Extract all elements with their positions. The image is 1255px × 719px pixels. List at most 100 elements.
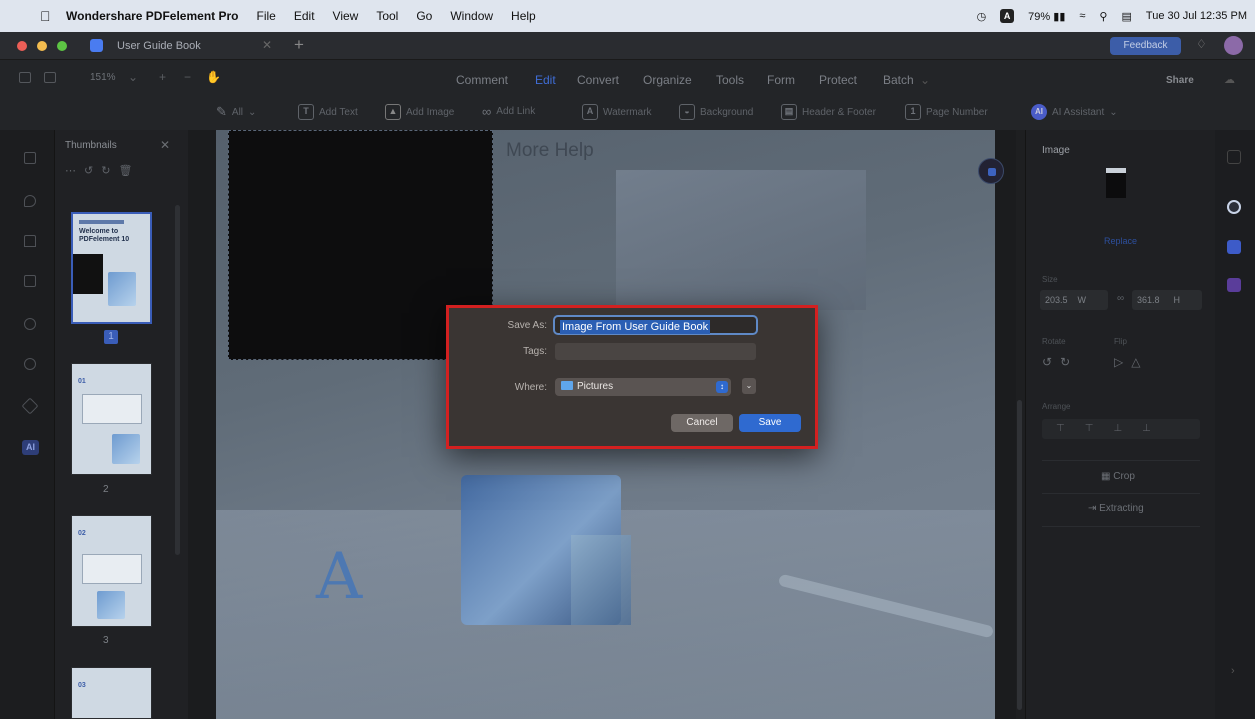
rotate-cw-icon[interactable]: ↻ [1060,355,1078,369]
add-image-button[interactable]: ▲ Add Image [385,104,454,120]
document-tab-title[interactable]: User Guide Book [117,40,201,52]
collapse-panel-icon[interactable]: › [1231,665,1235,677]
chat-icon[interactable] [1227,200,1241,214]
search-icon[interactable] [24,358,36,370]
control-center-icon[interactable]: ▤ [1121,10,1131,23]
zoom-out-button[interactable]: − [184,70,191,84]
extracting-button[interactable]: ⇥ Extracting [1088,503,1144,514]
minimize-window-button[interactable] [37,41,47,51]
cloud-icon[interactable]: ☁ [1224,73,1235,86]
document-scrollbar[interactable] [1017,400,1022,710]
expand-dialog-button[interactable]: ⌄ [742,378,756,394]
height-field[interactable]: 361.8 H [1132,290,1202,310]
hand-tool-icon[interactable]: ✋ [206,70,221,84]
tab-organize[interactable]: Organize [643,73,692,87]
menu-view[interactable]: View [333,9,359,23]
flip-horizontal-icon[interactable]: ▷ [1114,355,1131,369]
bring-front-icon[interactable]: ⊤ [1056,423,1085,434]
width-field[interactable]: 203.5 W [1040,290,1108,310]
rotate-ccw-icon[interactable]: ↺ [1042,355,1060,369]
menu-tool[interactable]: Tool [376,9,398,23]
maximize-window-button[interactable] [57,41,67,51]
rotate-right-icon[interactable]: ↻ [101,165,118,177]
close-thumbnails-icon[interactable]: ✕ [160,138,170,152]
ai-assistant-button[interactable]: AI AI Assistant ⌄ [1031,104,1118,120]
tab-tools[interactable]: Tools [716,73,744,87]
floating-panel-toggle-icon[interactable] [978,158,1004,184]
image-icon: ▲ [385,104,401,120]
tab-convert[interactable]: Convert [577,73,619,87]
send-back-icon[interactable]: ⊥ [1142,423,1171,434]
where-select[interactable]: Pictures ↕ [555,378,731,396]
mac-menubar:  Wondershare PDFelement Pro File Edit V… [0,0,1255,32]
thumbnails-scrollbar[interactable] [175,205,180,555]
rotate-left-icon[interactable]: ↺ [84,165,101,177]
tags-input[interactable] [555,343,756,360]
tab-batch[interactable]: Batch [883,73,914,87]
ai-sidebar-icon[interactable]: AI [22,440,39,455]
menu-app-name[interactable]: Wondershare PDFelement Pro [66,9,239,23]
close-window-button[interactable] [17,41,27,51]
tab-form[interactable]: Form [767,73,795,87]
wifi-icon[interactable]: ≈ [1079,10,1085,22]
menubar-datetime[interactable]: Tue 30 Jul 12:35 PM [1146,10,1247,22]
menu-go[interactable]: Go [416,9,432,23]
attachment-icon[interactable] [21,315,39,333]
notification-bell-icon[interactable]: ♢ [1196,37,1207,51]
menu-help[interactable]: Help [511,9,536,23]
batch-dropdown-icon[interactable]: ⌄ [920,73,930,87]
user-avatar[interactable] [1224,36,1243,55]
bookmark-icon[interactable] [24,235,36,247]
menu-window[interactable]: Window [450,9,493,23]
spotlight-search-icon[interactable]: ⚲ [1099,10,1107,23]
pages-icon[interactable] [24,152,36,164]
delete-icon[interactable]: 🗑 [118,165,140,177]
background-button[interactable]: ◒ Background [679,104,753,120]
menu-edit[interactable]: Edit [294,9,315,23]
zoom-dropdown-icon[interactable]: ⌄ [128,70,138,84]
save-as-input[interactable]: Image From User Guide Book [553,315,758,335]
feedback-button[interactable]: Feedback [1110,37,1181,55]
edit-all-dropdown[interactable]: ✎ All ⌄ [216,104,256,120]
menu-file[interactable]: File [257,9,276,23]
replace-image-link[interactable]: Replace [1104,236,1137,246]
zoom-level[interactable]: 151% [90,72,116,83]
bring-forward-icon[interactable]: ⊤ [1085,423,1114,434]
grid-view-icon[interactable] [1227,150,1241,164]
share-button[interactable]: Share [1166,75,1194,86]
add-link-button[interactable]: ∞ Add Link [482,104,535,119]
crop-button[interactable]: ▦ Crop [1101,471,1135,482]
thumbnail-page-3[interactable]: 02 [71,515,152,627]
thumbnail-page-1[interactable]: Welcome to PDFelement 10 [71,212,152,324]
clock-icon[interactable]: ◷ [977,10,987,23]
app-screen:  Wondershare PDFelement Pro File Edit V… [0,0,1255,719]
thumbnail-page-2[interactable]: 01 [71,363,152,475]
page-number-button[interactable]: 1 Page Number [905,104,988,120]
zoom-in-button[interactable]: + [159,70,166,84]
layers-icon[interactable] [21,397,39,415]
tab-protect[interactable]: Protect [819,73,857,87]
lock-ratio-icon[interactable]: ∞ [1117,293,1124,304]
close-tab-icon[interactable]: ✕ [262,38,272,52]
flip-vertical-icon[interactable]: △ [1131,355,1148,369]
header-footer-button[interactable]: ▤ Header & Footer [781,104,876,120]
tab-comment[interactable]: Comment [456,73,508,87]
more-options-icon[interactable]: ⋯ [65,165,84,177]
edit-note-icon[interactable] [1227,240,1241,254]
save-button[interactable]: Save [739,414,801,432]
thumbnail-page-4[interactable]: 03 [71,667,152,719]
send-backward-icon[interactable]: ⊥ [1113,423,1142,434]
ai-tools-icon[interactable] [1227,278,1241,292]
comments-icon[interactable] [24,195,36,207]
add-text-button[interactable]: T Add Text [298,104,358,120]
outline-icon[interactable] [24,275,36,287]
input-source-icon[interactable]: A [1000,9,1015,23]
tab-edit[interactable]: Edit [535,73,556,87]
new-tab-button[interactable]: + [294,35,304,55]
view-mode-icon[interactable] [44,72,56,83]
watermark-button[interactable]: A Watermark [582,104,652,120]
battery-status[interactable]: 79% ▮▮ [1028,10,1065,23]
sidebar-toggle-icon[interactable] [19,72,31,83]
cancel-button[interactable]: Cancel [671,414,733,432]
apple-icon[interactable]:  [40,9,54,23]
